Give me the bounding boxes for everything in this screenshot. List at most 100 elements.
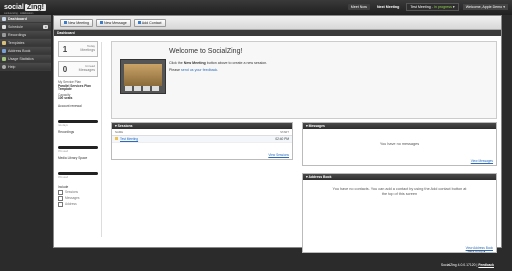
main-content: New Meeting New Message Add Contact Dash… (53, 15, 502, 253)
messages-stat[interactable]: 0 Unread Messages (58, 61, 98, 77)
address-book-title: Address Book (308, 175, 332, 179)
welcome-line2-post: . (217, 68, 219, 72)
view-sessions-link[interactable]: View Sessions (268, 153, 289, 157)
include-option-label: Messages (65, 196, 80, 201)
sidebar-item-label: Recordings (8, 32, 27, 37)
address-book-icon (2, 48, 6, 53)
schedule-count-badge: 0 (43, 24, 48, 29)
plus-icon (64, 21, 67, 24)
view-messages-link[interactable]: View Messages (471, 159, 493, 163)
checkbox-icon (58, 195, 63, 201)
meet-now-button[interactable]: Meet Now (347, 4, 370, 10)
sidebar-item-recordings[interactable]: Recordings (0, 31, 51, 39)
meetings-stat-bottom: Meetings (80, 48, 95, 52)
right-gutter (502, 15, 510, 248)
meetings-stat[interactable]: 1 Today Meetings (58, 41, 98, 57)
sidebar-item-label: Dashboard (8, 16, 27, 21)
account-renewal-sub: n/a days (58, 123, 68, 127)
dashboard-icon (2, 16, 6, 21)
sidebar-item-label: Help (8, 64, 16, 69)
feedback-footer-link[interactable]: Feedback (478, 263, 494, 267)
messages-empty-text: You have no messages (379, 142, 420, 146)
toolbar: New Meeting New Message Add Contact (54, 16, 501, 30)
welcome-line1-post: button above to create a new session. (205, 61, 268, 65)
next-meeting-select-value: Test Meeting (410, 5, 431, 9)
sidebar-item-dashboard[interactable]: Dashboard (0, 15, 51, 23)
account-renewal-meter (58, 119, 98, 123)
recordings-title: Recordings (58, 129, 75, 134)
new-meeting-button[interactable]: New Meeting (60, 18, 93, 27)
chevron-down-icon: ▾ (503, 5, 505, 9)
back-to-top-link[interactable]: Back to top ▴ (468, 249, 485, 253)
chart-icon (2, 56, 6, 61)
include-option-label: Address (65, 202, 77, 207)
next-meeting-select[interactable]: Test Meeting - In progress ▾ (406, 3, 459, 11)
sidebar-item-schedule[interactable]: Schedule 0 (0, 23, 51, 31)
media-space-title: Media Library Space (58, 155, 88, 160)
session-start: 02:40 PM (275, 137, 289, 141)
table-row[interactable]: Test Meeting 02:40 PM (112, 136, 292, 143)
welcome-panel: Welcome to SocialZing! Click the New Mee… (111, 41, 497, 119)
breadcrumb: Dashboard (54, 30, 501, 36)
version-text: SocialZing 4.0.0.17120 (440, 263, 476, 267)
welcome-instruction: Click the New Meeting button above to cr… (169, 61, 267, 65)
session-name-link[interactable]: Test Meeting (120, 137, 138, 141)
sessions-title: Sessions (117, 124, 133, 128)
include-messages-checkbox[interactable]: Messages (58, 195, 98, 201)
column-divider (101, 42, 102, 237)
include-option-label: Sessions (65, 190, 78, 195)
address-book-panel: ▾ Address Book You have no contacts. You… (302, 173, 497, 253)
calendar-icon (2, 24, 6, 29)
welcome-screenshot-image (120, 59, 166, 94)
next-meeting-label: Next Meeting (376, 5, 400, 9)
plus-icon (99, 21, 103, 24)
template-icon (2, 40, 6, 45)
brand-logo[interactable]: social Zing! conferencing · collaboratio… (4, 2, 46, 15)
welcome-line1-bold: New Meeting (183, 61, 206, 65)
sidebar-item-address-book[interactable]: Address Book (0, 47, 51, 55)
version-info: SocialZing 4.0.0.17120 | Feedback (441, 263, 494, 267)
brand-name-left: social (4, 3, 24, 11)
include-filter: Include Sessions Messages Address (58, 185, 98, 207)
sidebar-item-help[interactable]: Help (0, 63, 51, 71)
checkbox-icon (58, 201, 63, 207)
brand-name-right: Zing! (24, 3, 46, 11)
participant-thumb (125, 86, 132, 91)
meetings-count: 1 (62, 44, 68, 54)
sidebar-item-label: Templates (8, 40, 25, 45)
footer: SocialZing 4.0.0.17120 | Feedback (0, 258, 512, 271)
new-meeting-label: New Meeting (68, 20, 89, 25)
sessions-table-header: NAME START (112, 129, 292, 136)
checkbox-icon (58, 189, 63, 195)
help-icon (2, 64, 6, 69)
sidebar-item-usage-statistics[interactable]: Usage Statistics (0, 55, 51, 63)
sidebar-item-templates[interactable]: Templates (0, 39, 51, 47)
add-contact-button[interactable]: Add Contact (133, 18, 166, 27)
participant-thumb (152, 86, 159, 91)
media-space-sub: 0% used (58, 175, 69, 179)
recordings-meter (58, 145, 98, 149)
video-conference-image (124, 64, 162, 86)
messages-panel-header[interactable]: ▾ Messages (303, 123, 496, 129)
welcome-feedback: Please send us your feedback. (169, 68, 218, 72)
address-book-panel-header[interactable]: ▾ Address Book (303, 174, 496, 180)
messages-panel: ▾ Messages You have no messages View Mes… (302, 122, 497, 166)
account-renewal-title: Account renewal (58, 103, 82, 108)
participant-thumb (134, 86, 141, 91)
col-start: START (280, 130, 289, 134)
feedback-link[interactable]: send us your feedback (181, 68, 217, 72)
account-summary: 1 Today Meetings 0 Unread Messages My Serv… (58, 41, 98, 207)
messages-count: 0 (62, 64, 68, 74)
messages-title: Messages (308, 124, 325, 128)
include-address-checkbox[interactable]: Address (58, 201, 98, 207)
meeting-status: - In progress (431, 5, 452, 9)
plan-title-value: Parallel Services Plan Template (58, 83, 91, 92)
film-icon (2, 32, 6, 37)
user-menu[interactable]: Welcome, Apple Demo ▾ (462, 4, 508, 10)
include-sessions-checkbox[interactable]: Sessions (58, 189, 98, 195)
col-name: NAME (115, 130, 124, 134)
participant-thumb (143, 86, 150, 91)
new-message-button[interactable]: New Message (95, 18, 131, 27)
back-to-top-label: Back to top (467, 249, 483, 253)
sidebar-item-label: Usage Statistics (8, 56, 34, 61)
